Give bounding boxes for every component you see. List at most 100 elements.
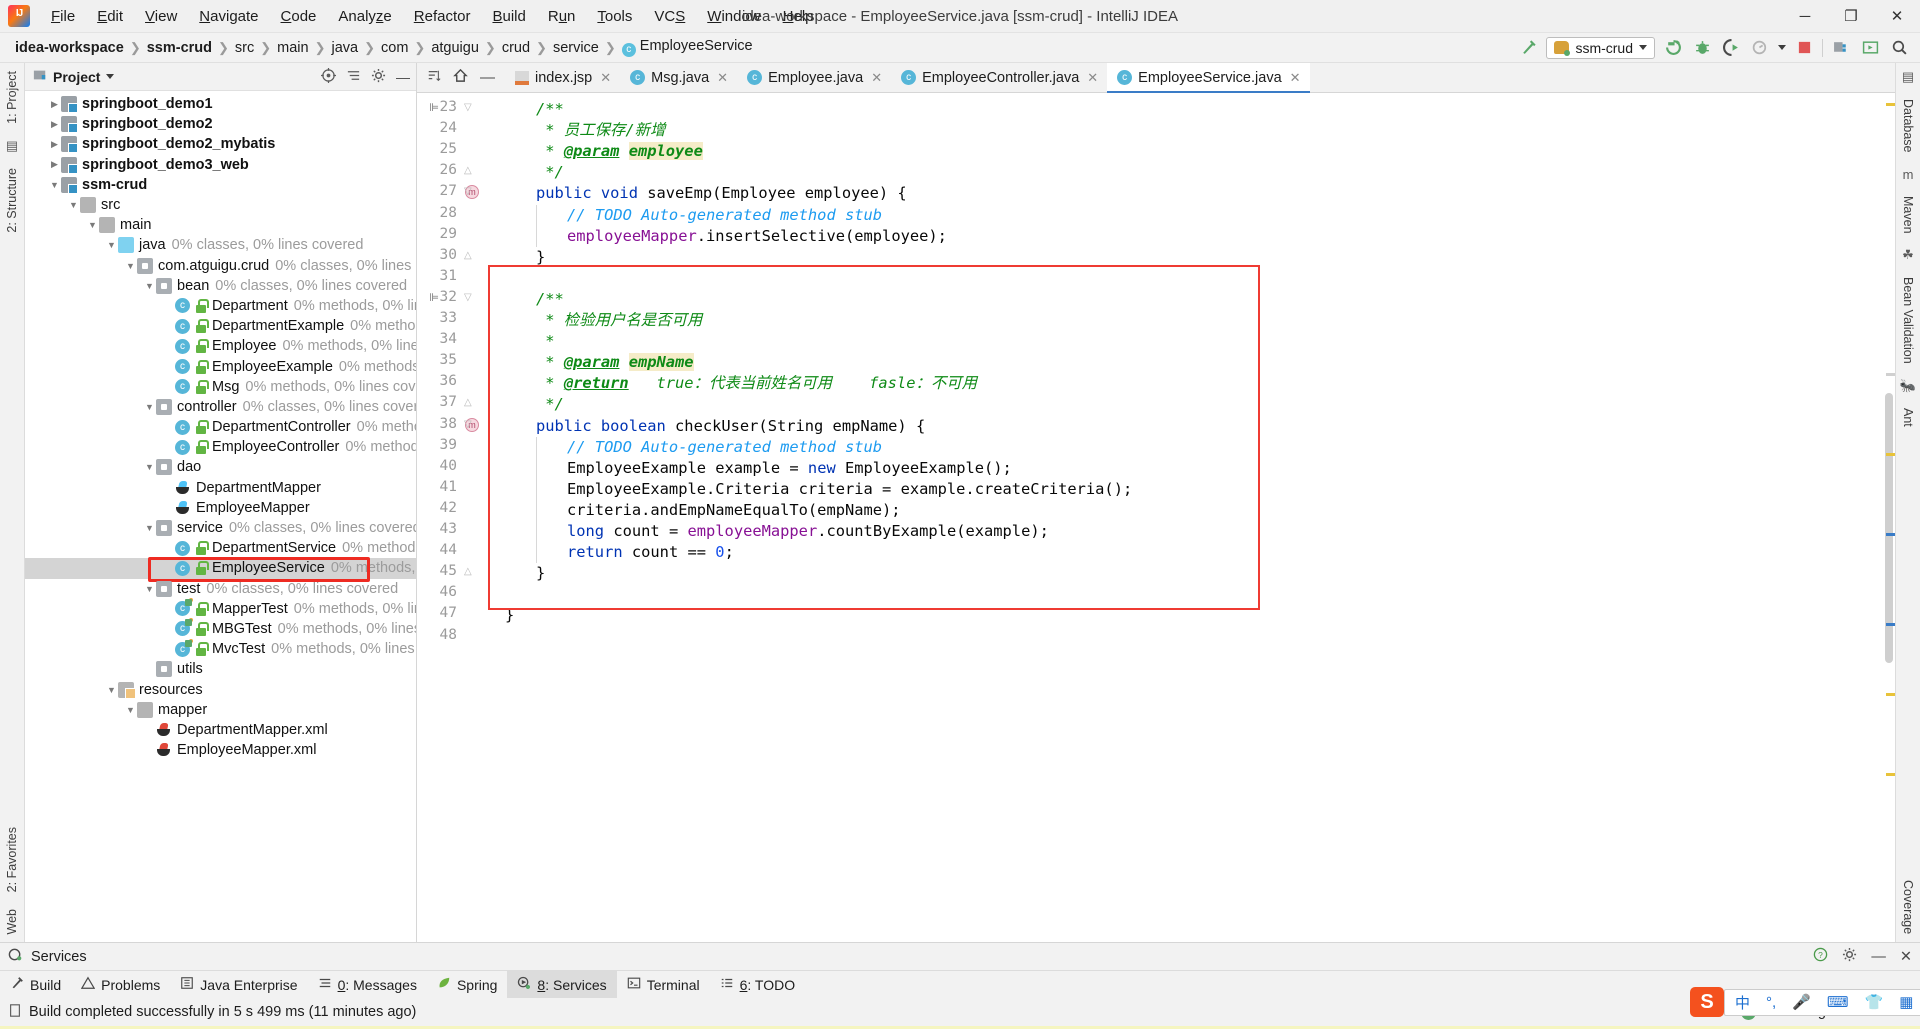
mic-icon[interactable]: 🎤 — [1792, 993, 1811, 1011]
close-tab-icon[interactable]: ✕ — [1087, 70, 1098, 86]
tree-item-controller[interactable]: ▼ controller 0% classes, 0% lines covered — [25, 397, 416, 417]
tree-item-departmentmapper.xml[interactable]: DepartmentMapper.xml — [25, 720, 416, 740]
settings-icon[interactable] — [1842, 947, 1857, 966]
tree-item-employeeexample[interactable]: c EmployeeExample 0% methods, 0% lines cov… — [25, 356, 416, 376]
ime-chinese-mode[interactable]: 中 — [1735, 992, 1750, 1013]
tree-item-departmentexample[interactable]: c DepartmentExample 0% methods, 0% lines c… — [25, 316, 416, 336]
home-icon[interactable] — [453, 68, 468, 87]
tree-item-service[interactable]: ▼ service 0% classes, 0% lines covered — [25, 518, 416, 538]
editor-scrollbar[interactable] — [1883, 93, 1895, 942]
debug-icon[interactable] — [1691, 37, 1713, 59]
main-menu[interactable]: File Edit View Navigate Code Analyze Ref… — [40, 4, 825, 29]
menu-file[interactable]: File — [40, 4, 86, 29]
skin-icon[interactable]: 👕 — [1865, 993, 1884, 1011]
tree-item-test[interactable]: ▼ test 0% classes, 0% lines covered — [25, 579, 416, 599]
code-fold-icon[interactable]: ▽ — [464, 102, 475, 113]
menu-vcs[interactable]: VCS — [643, 4, 696, 29]
chevron-down-icon[interactable]: ▼ — [143, 584, 156, 594]
bottom-tab-6-todo[interactable]: 6: TODO — [710, 971, 806, 999]
window-controls[interactable]: ─ ❐ ✕ — [1782, 0, 1920, 33]
close-tab-icon[interactable]: ✕ — [600, 70, 611, 86]
tree-item-utils[interactable]: utils — [25, 659, 416, 679]
code-fold-icon[interactable]: ▽ — [464, 292, 475, 303]
minimize-button[interactable]: ─ — [1782, 0, 1828, 33]
close-tab-icon[interactable]: ✕ — [717, 70, 728, 86]
bottom-tabs[interactable]: Build Problems Java Enterprise 0: Messages S… — [0, 970, 806, 999]
editor-tab-employeeservice-java[interactable]: c EmployeeService.java ✕ — [1107, 63, 1310, 93]
breadcrumb-item-com[interactable]: com — [376, 38, 413, 58]
bottom-tab-spring[interactable]: Spring — [427, 971, 507, 999]
bottom-tab-java-enterprise[interactable]: Java Enterprise — [170, 971, 307, 999]
breadcrumb-item-employeeservice[interactable]: c EmployeeService — [617, 36, 758, 59]
code-fold-icon[interactable]: △ — [464, 165, 475, 176]
javadoc-marker-icon[interactable]: ⊫ — [429, 101, 439, 114]
tree-item-mappertest[interactable]: c MapperTest 0% methods, 0% lines covered — [25, 598, 416, 619]
tree-item-resources[interactable]: ▼ resources — [25, 679, 416, 699]
tool-window-favorites[interactable]: 2: Favorites — [1, 819, 23, 900]
breadcrumb-item-main[interactable]: main — [272, 38, 313, 58]
menu-build[interactable]: Build — [481, 4, 536, 29]
chevron-down-icon[interactable]: ▼ — [67, 200, 80, 210]
tree-item-bean[interactable]: ▼ bean 0% classes, 0% lines covered — [25, 276, 416, 296]
tree-item-springboot-demo3-web[interactable]: ▶ springboot_demo3_web — [25, 155, 416, 175]
maximize-button[interactable]: ❐ — [1828, 0, 1874, 33]
menu-tools[interactable]: Tools — [586, 4, 643, 29]
run-icon[interactable] — [1662, 37, 1684, 59]
chevron-right-icon[interactable]: ▶ — [48, 99, 61, 110]
breadcrumb[interactable]: idea-workspace ❯ ssm-crud ❯ src ❯ main ❯ java ❯ co… — [10, 36, 758, 59]
menu-analyze[interactable]: Analyze — [327, 4, 402, 29]
stop-icon[interactable] — [1793, 37, 1815, 59]
tree-item-msg[interactable]: c Msg 0% methods, 0% lines covered — [25, 377, 416, 397]
target-icon[interactable] — [321, 67, 336, 86]
settings-gear-icon[interactable] — [371, 68, 386, 86]
tree-item-java[interactable]: ▼ java 0% classes, 0% lines covered — [25, 235, 416, 255]
breadcrumb-item-crud[interactable]: crud — [497, 38, 535, 58]
tool-window-coverage[interactable]: Coverage — [1897, 872, 1919, 942]
bottom-tab-build[interactable]: Build — [0, 971, 71, 999]
breadcrumb-item-service[interactable]: service — [548, 38, 604, 58]
tree-item-departmentmapper[interactable]: DepartmentMapper — [25, 478, 416, 498]
hide-editor-icon[interactable]: — — [480, 69, 495, 86]
tree-item-springboot-demo2[interactable]: ▶ springboot_demo2 — [25, 114, 416, 134]
profile-chevron-icon[interactable] — [1778, 45, 1786, 50]
tree-item-employeecontroller[interactable]: c EmployeeController 0% methods, 0% lines … — [25, 437, 416, 457]
menu-run[interactable]: Run — [537, 4, 587, 29]
menu-help[interactable]: Help — [772, 4, 825, 29]
tool-window-bean-validation[interactable]: Bean Validation — [1897, 269, 1919, 372]
tree-item-mapper[interactable]: ▼ mapper — [25, 700, 416, 720]
tree-item-ssm-crud[interactable]: ▼ ssm-crud — [25, 175, 416, 195]
code-editor[interactable]: 23 24 25 26 27 m 28 29 30 31 32 33 34 35 36 37 38 m 39 40 41… — [417, 93, 1895, 942]
tree-item-employeemapper.xml[interactable]: EmployeeMapper.xml — [25, 740, 416, 760]
tree-item-department[interactable]: c Department 0% methods, 0% lines covered — [25, 296, 416, 316]
tool-window-structure[interactable]: 2: Structure — [1, 160, 23, 241]
help-icon[interactable]: ? — [1813, 947, 1828, 966]
code-fold-icon[interactable]: ▽ — [464, 419, 475, 430]
chevron-down-icon[interactable]: ▼ — [105, 240, 118, 250]
profile-icon[interactable] — [1749, 37, 1771, 59]
hide-icon[interactable]: — — [396, 69, 410, 85]
code-fold-icon[interactable]: △ — [464, 250, 475, 261]
close-services-icon[interactable]: ✕ — [1900, 949, 1912, 965]
bottom-tab-terminal[interactable]: Terminal — [617, 971, 710, 999]
menu-edit[interactable]: Edit — [86, 4, 134, 29]
chevron-down-icon[interactable]: ▼ — [48, 180, 61, 190]
tree-item-main[interactable]: ▼ main — [25, 215, 416, 235]
tree-item-springboot-demo1[interactable]: ▶ springboot_demo1 — [25, 94, 416, 114]
tool-window-ant[interactable]: Ant — [1897, 400, 1919, 435]
code-fold-icon[interactable]: ▽ — [464, 186, 475, 197]
tree-item-employee[interactable]: c Employee 0% methods, 0% lines covered — [25, 336, 416, 356]
chevron-down-icon[interactable]: ▼ — [124, 705, 137, 715]
menu-code[interactable]: Code — [270, 4, 328, 29]
menu-navigate[interactable]: Navigate — [188, 4, 269, 29]
breadcrumb-item-atguigu[interactable]: atguigu — [426, 38, 484, 58]
editor-tab-employee-java[interactable]: c Employee.java ✕ — [737, 63, 891, 92]
ime-punctuation-icon[interactable]: °, — [1766, 994, 1776, 1011]
javadoc-marker-icon[interactable]: ⊫ — [429, 291, 439, 304]
breadcrumb-item-src[interactable]: src — [230, 38, 259, 58]
sogou-logo-icon[interactable]: S — [1690, 987, 1724, 1017]
breadcrumb-item-idea-workspace[interactable]: idea-workspace — [10, 38, 129, 58]
menu-refactor[interactable]: Refactor — [403, 4, 482, 29]
chevron-right-icon[interactable]: ▶ — [48, 119, 61, 130]
chevron-down-icon[interactable]: ▼ — [86, 220, 99, 230]
keyboard-icon[interactable]: ⌨ — [1827, 993, 1849, 1011]
